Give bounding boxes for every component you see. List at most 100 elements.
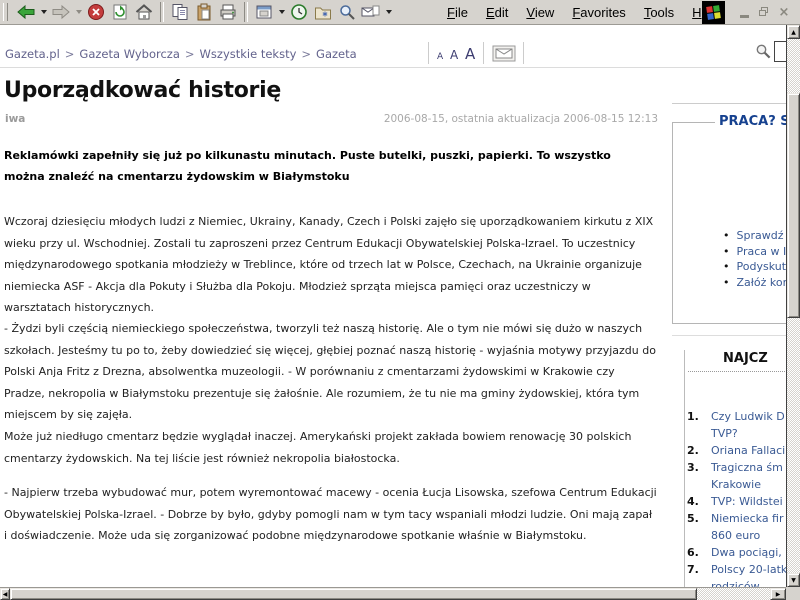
most-read-link[interactable]: 860 euro — [711, 527, 786, 544]
article-paragraph: - Najpierw trzeba wybudować mur, potem w… — [4, 486, 657, 542]
linkbar-divider — [523, 42, 524, 64]
home-icon[interactable] — [132, 1, 156, 23]
list-item: • Podyskut — [723, 259, 786, 275]
bullet-icon: • — [723, 229, 730, 242]
most-read-link[interactable]: Niemiecka fir — [711, 510, 786, 527]
bullet-icon: • — [723, 275, 730, 289]
list-item: 2. Oriana Fallaci — [686, 442, 786, 459]
sidebar-most-read-box: NAJCZ 1. Czy Ludwik D TVP? 2. Oriana Fal… — [684, 350, 786, 587]
email-article-icon[interactable] — [492, 45, 516, 66]
list-number: 7. — [687, 563, 699, 576]
print-icon[interactable] — [216, 1, 240, 23]
back-icon[interactable] — [14, 1, 38, 23]
list-item: 4. TVP: Wildstei — [686, 493, 786, 510]
font-size-small-button[interactable]: A — [437, 52, 443, 62]
forward-dropdown-icon[interactable] — [73, 1, 84, 23]
copy-icon[interactable] — [168, 1, 192, 23]
breadcrumb-separator: > — [64, 47, 75, 61]
dotted-divider — [688, 371, 786, 372]
article-dateline: 2006-08-15, ostatnia aktualizacja 2006-0… — [383, 113, 658, 125]
paste-icon[interactable] — [192, 1, 216, 23]
article-author: iwa — [5, 113, 26, 125]
font-size-medium-button[interactable]: A — [450, 48, 458, 62]
minimize-button[interactable] — [736, 4, 752, 20]
breadcrumb-separator: > — [184, 47, 195, 61]
mail-icon[interactable] — [359, 1, 383, 23]
vertical-scrollbar[interactable]: ▲ ▼ — [786, 25, 800, 587]
list-item: 3. Tragiczna śm Krakowie — [686, 459, 786, 493]
breadcrumb: Gazeta.pl > Gazeta Wyborcza > Wszystkie teks… — [5, 47, 357, 61]
list-item: • Sprawdź — [723, 228, 786, 244]
folder-icon[interactable] — [311, 1, 335, 23]
most-read-link[interactable]: Oriana Fallaci — [711, 442, 786, 459]
sidebar-divider — [672, 103, 786, 104]
close-button[interactable]: × — [776, 4, 792, 20]
list-number: 6. — [687, 546, 699, 559]
windows-logo-throbber — [702, 1, 725, 24]
list-number: 5. — [687, 512, 699, 525]
menu-file[interactable]: File — [438, 5, 477, 20]
linkbar-divider — [483, 42, 484, 64]
refresh-icon[interactable] — [108, 1, 132, 23]
most-read-title: NAJCZ — [723, 351, 768, 366]
stop-icon[interactable] — [84, 1, 108, 23]
article-paragraph: Może już niedługo cmentarz będzie wygląd… — [4, 430, 632, 465]
page-search-icon[interactable] — [755, 43, 771, 64]
list-number: 4. — [687, 495, 699, 508]
scroll-left-icon[interactable]: ◀ — [0, 588, 10, 600]
most-read-list: 1. Czy Ludwik D TVP? 2. Oriana Fallaci 3… — [686, 408, 786, 587]
jobs-link[interactable]: Praca w I — [737, 245, 787, 258]
font-size-large-button[interactable]: A — [465, 45, 475, 63]
breadcrumb-link-gazeta-wyborcza[interactable]: Gazeta Wyborcza — [79, 47, 179, 61]
toolbar-separator — [160, 2, 164, 22]
article-lead: Reklamówki zapełniły się już po kilkunas… — [4, 149, 611, 183]
fullscreen-dropdown-icon[interactable] — [276, 1, 287, 23]
forward-icon[interactable] — [49, 1, 73, 23]
jobs-link[interactable]: Podyskut — [737, 260, 787, 273]
jobs-link[interactable]: Załóż kor — [737, 276, 787, 289]
jobs-links-list: • Sprawdź • Praca w I • Podyskut • Załóż kor — [723, 228, 786, 290]
breadcrumb-link-wszystkie-teksty[interactable]: Wszystkie teksty — [200, 47, 297, 61]
article-paragraph: Wczoraj dziesięciu młodych ludzi z Niemi… — [4, 215, 654, 314]
article-title: Uporządkować historię — [4, 78, 281, 103]
jobs-link[interactable]: Sprawdź — [737, 229, 784, 242]
horizontal-scroll-thumb[interactable] — [10, 588, 697, 600]
sidebar-divider — [672, 335, 786, 336]
list-item: 1. Czy Ludwik D TVP? — [686, 408, 786, 442]
breadcrumb-link-gazeta[interactable]: Gazeta — [316, 47, 357, 61]
page-viewport: Gazeta.pl > Gazeta Wyborcza > Wszystkie teks… — [0, 25, 786, 587]
scroll-up-icon[interactable]: ▲ — [787, 25, 800, 39]
fullscreen-icon[interactable] — [252, 1, 276, 23]
menu-view[interactable]: View — [517, 5, 563, 20]
toolbar-grip[interactable] — [3, 3, 8, 21]
menu-edit[interactable]: Edit — [477, 5, 517, 20]
search-icon[interactable] — [335, 1, 359, 23]
most-read-link[interactable]: TVP? — [711, 425, 786, 442]
list-number: 3. — [687, 461, 699, 474]
horizontal-scrollbar[interactable]: ◀ ▶ — [0, 587, 786, 600]
breadcrumb-link-gazeta-pl[interactable]: Gazeta.pl — [5, 47, 60, 61]
most-read-link[interactable]: Tragiczna śm — [711, 459, 786, 476]
jobs-box-title: PRACA? ST — [715, 114, 786, 129]
menu-tools[interactable]: Tools — [635, 5, 683, 20]
header-divider — [0, 67, 786, 68]
restore-button[interactable] — [756, 4, 772, 20]
most-read-link[interactable]: Krakowie — [711, 476, 786, 493]
vertical-scroll-thumb[interactable] — [787, 93, 800, 318]
scroll-right-icon[interactable]: ▶ — [770, 588, 786, 600]
list-item: • Praca w I — [723, 244, 786, 260]
mail-dropdown-icon[interactable] — [383, 1, 394, 23]
most-read-link[interactable]: rodziców — [711, 578, 786, 587]
most-read-link[interactable]: Czy Ludwik D — [711, 408, 786, 425]
most-read-link[interactable]: TVP: Wildstei — [711, 493, 786, 510]
back-dropdown-icon[interactable] — [38, 1, 49, 23]
scrollbar-corner — [786, 587, 800, 600]
scroll-down-icon[interactable]: ▼ — [787, 573, 800, 587]
list-number: 1. — [687, 410, 699, 423]
menu-favorites[interactable]: Favorites — [563, 5, 634, 20]
linkbar-divider — [428, 42, 429, 64]
most-read-link[interactable]: Polscy 20-latk — [711, 561, 786, 578]
most-read-link[interactable]: Dwa pociągi, — [711, 544, 786, 561]
article-paragraph: - Żydzi byli częścią niemieckiego społec… — [4, 322, 656, 421]
history-icon[interactable] — [287, 1, 311, 23]
